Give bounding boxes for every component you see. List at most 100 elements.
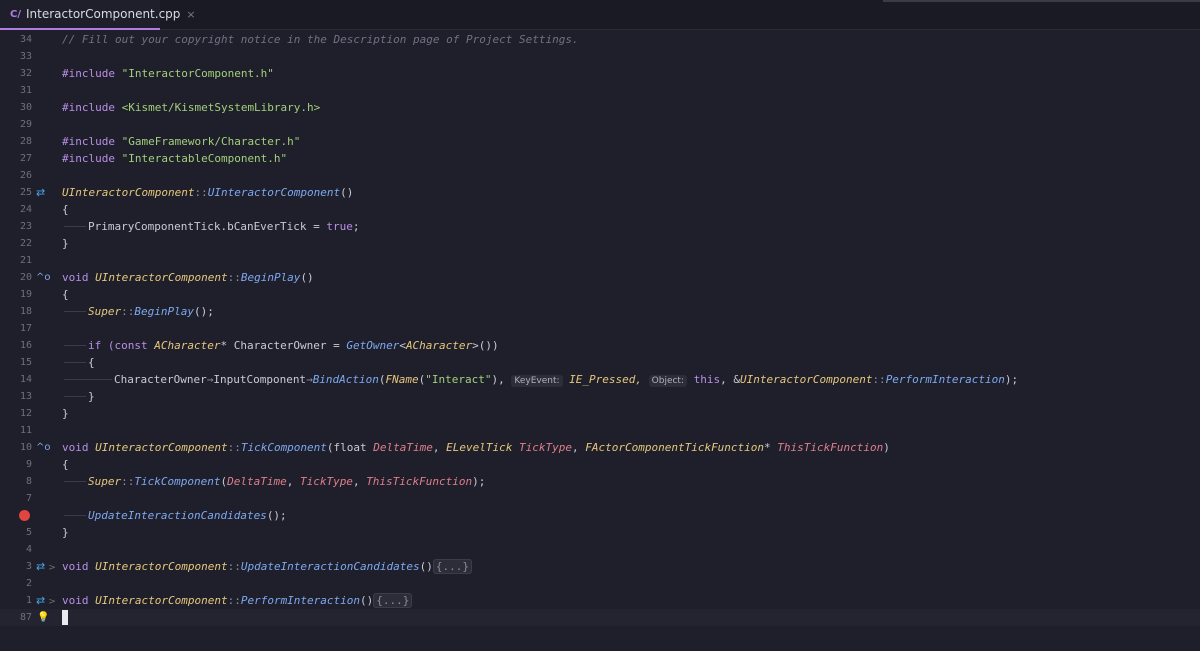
code-line: 25 ⇄ UInteractorComponent::UInteractorCo… — [0, 184, 1200, 201]
line-number: 8 — [25, 476, 32, 487]
code-text: if (const ACharacter* CharacterOwner = G… — [88, 339, 499, 352]
code-line: 9 { — [0, 456, 1200, 473]
code-text: void UInteractorComponent::PerformIntera… — [62, 592, 413, 609]
override-icon[interactable]: ^o — [36, 439, 51, 456]
line-number: 15 — [19, 357, 32, 368]
line-number: 18 — [19, 306, 32, 317]
code-text: } — [62, 237, 69, 250]
line-number: 20 — [19, 272, 32, 283]
line-number: 3 — [25, 561, 32, 572]
code-line: 20 ^o void UInteractorComponent::BeginPl… — [0, 269, 1200, 286]
breakpoint-icon[interactable] — [19, 510, 30, 521]
code-line: 22 } — [0, 235, 1200, 252]
line-number: 7 — [25, 493, 32, 504]
indent-guide — [64, 345, 86, 346]
line-number: 22 — [19, 238, 32, 249]
parameter-hint: KeyEvent: — [511, 375, 563, 387]
text-cursor — [62, 610, 68, 625]
code-line: 2 — [0, 575, 1200, 592]
code-text: #include "InteractableComponent.h" — [62, 152, 288, 165]
code-line: 28 #include "GameFramework/Character.h" — [0, 133, 1200, 150]
code-line: 7 — [0, 490, 1200, 507]
code-line: UpdateInteractionCandidates(); — [0, 507, 1200, 524]
code-text: { — [62, 458, 69, 471]
line-number: 19 — [19, 289, 32, 300]
indent-guide — [64, 396, 86, 397]
lightbulb-icon[interactable]: 💡 — [37, 609, 49, 626]
tab-label: InteractorComponent.cpp — [26, 7, 181, 21]
line-number: 32 — [19, 68, 32, 79]
code-line: 11 — [0, 422, 1200, 439]
line-number: 2 — [25, 578, 32, 589]
chevron-right-icon: > — [48, 563, 56, 573]
folded-region[interactable]: {...} — [373, 593, 413, 608]
line-number: 25 — [19, 187, 32, 198]
code-text: #include <Kismet/KismetSystemLibrary.h> — [62, 101, 321, 114]
line-number: 23 — [19, 221, 32, 232]
comment: // Fill out your copyright notice in the… — [62, 33, 579, 46]
code-line: 17 — [0, 320, 1200, 337]
line-number: 21 — [19, 255, 32, 266]
indent-guide — [64, 226, 86, 227]
code-line: 19 { — [0, 286, 1200, 303]
line-number: 4 — [25, 544, 32, 555]
line-number: 87 — [19, 612, 32, 623]
code-line: 4 — [0, 541, 1200, 558]
line-number: 17 — [19, 323, 32, 334]
code-line: 12 } — [0, 405, 1200, 422]
line-number: 34 — [19, 34, 32, 45]
code-line: 27 #include "InteractableComponent.h" — [0, 150, 1200, 167]
code-text: { — [88, 356, 95, 369]
line-number: 12 — [19, 408, 32, 419]
code-line: 30 #include <Kismet/KismetSystemLibrary.… — [0, 99, 1200, 116]
code-line: 1 ⇄ > void UInteractorComponent::PerformI… — [0, 592, 1200, 609]
code-text: } — [62, 407, 69, 420]
code-text: Super::BeginPlay(); — [88, 305, 214, 318]
indent-guide — [64, 379, 112, 380]
line-number: 26 — [19, 170, 32, 181]
code-line: 23 PrimaryComponentTick.bCanEverTick = t… — [0, 218, 1200, 235]
code-text: { — [62, 288, 69, 301]
code-line: 8 Super::TickComponent(DeltaTime, TickTy… — [0, 473, 1200, 490]
line-number: 24 — [19, 204, 32, 215]
code-line: 13 } — [0, 388, 1200, 405]
line-number: 9 — [25, 459, 32, 470]
code-line: 26 — [0, 167, 1200, 184]
scroll-indicator — [883, 0, 1200, 2]
code-editor[interactable]: 34 // Fill out your copyright notice in … — [0, 31, 1200, 651]
code-text: } — [88, 390, 95, 403]
line-number: 30 — [19, 102, 32, 113]
override-icon[interactable]: ^o — [36, 269, 51, 286]
line-number: 29 — [19, 119, 32, 130]
code-text: UInteractorComponent::UInteractorCompone… — [62, 186, 354, 199]
line-number: 28 — [19, 136, 32, 147]
code-text: UpdateInteractionCandidates(); — [88, 509, 287, 522]
line-number: 1 — [25, 595, 32, 606]
code-text: { — [62, 203, 69, 216]
code-line: 29 — [0, 116, 1200, 133]
close-icon[interactable]: × — [186, 8, 195, 21]
code-line: 3 ⇄ > void UInteractorComponent::UpdateIn… — [0, 558, 1200, 575]
line-number: 14 — [19, 374, 32, 385]
indent-guide — [64, 515, 86, 516]
code-line: 10 ^o void UInteractorComponent::TickCom… — [0, 439, 1200, 456]
line-number: 5 — [25, 527, 32, 538]
swap-declaration-icon[interactable]: ⇄ — [36, 184, 45, 201]
code-line: 18 Super::BeginPlay(); — [0, 303, 1200, 320]
code-line: 34 // Fill out your copyright notice in … — [0, 31, 1200, 48]
code-line: 5 } — [0, 524, 1200, 541]
parameter-hint: Object: — [648, 375, 687, 387]
code-text: void UInteractorComponent::TickComponent… — [62, 441, 890, 454]
file-tab[interactable]: C/ InteractorComponent.cpp × — [0, 0, 196, 30]
line-number: 27 — [19, 153, 32, 164]
current-line[interactable]: 87 💡 — [0, 609, 1200, 626]
line-number: 11 — [19, 425, 32, 436]
code-text: void UInteractorComponent::BeginPlay() — [62, 271, 314, 284]
line-number: 33 — [19, 51, 32, 62]
folded-region[interactable]: {...} — [432, 559, 473, 574]
code-text: #include "InteractorComponent.h" — [62, 67, 274, 80]
code-text: #include "GameFramework/Character.h" — [62, 135, 301, 148]
indent-guide — [64, 481, 86, 482]
code-text: } — [62, 526, 69, 539]
line-number: 10 — [19, 442, 32, 453]
